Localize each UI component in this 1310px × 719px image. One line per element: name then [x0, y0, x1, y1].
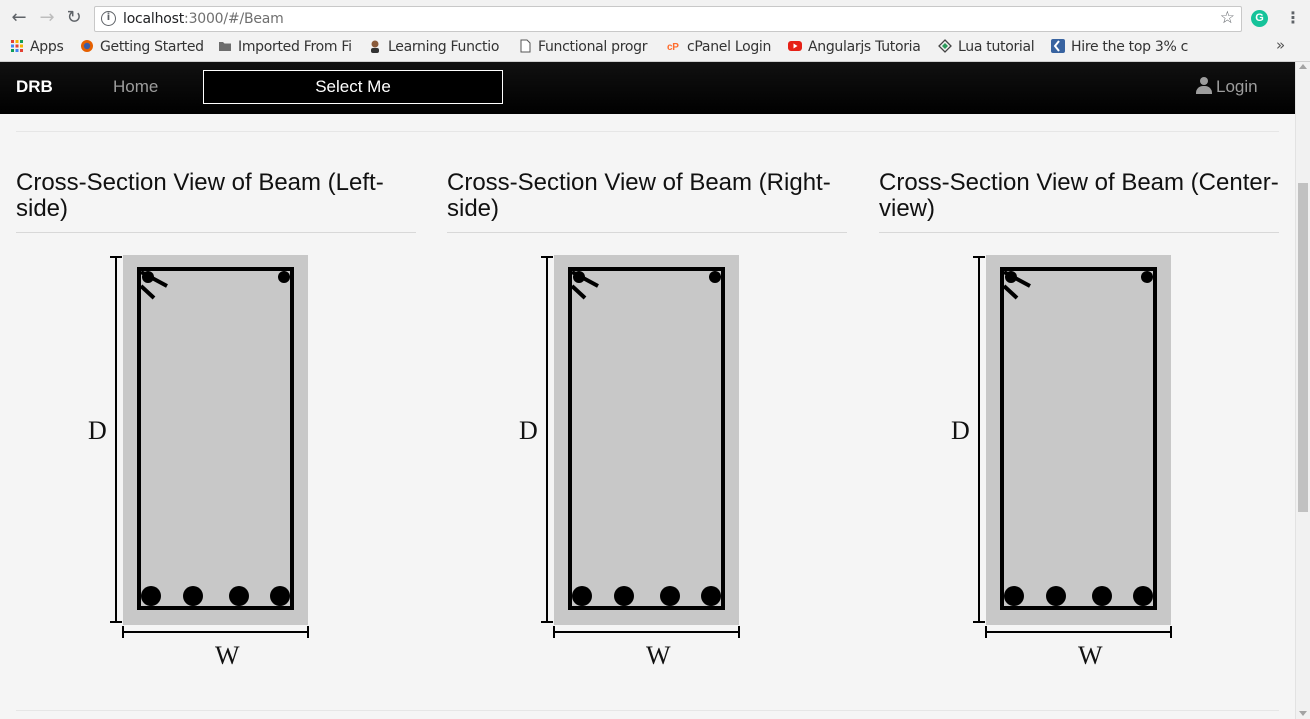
forward-arrow-icon[interactable]: →: [36, 7, 58, 29]
bookmark-angularjs[interactable]: Angularjs Tutoria: [788, 39, 928, 57]
bottom-rebar: [183, 586, 203, 606]
back-arrow-icon[interactable]: ←: [8, 7, 30, 29]
width-label: W: [646, 641, 671, 670]
bookmark-lua[interactable]: Lua tutorial: [938, 39, 1042, 57]
beam-cross-section-diagram: DW: [951, 255, 1172, 670]
app-navbar: DRB Home Select Me Login: [0, 62, 1295, 114]
user-icon: [1196, 77, 1212, 94]
scroll-thumb[interactable]: [1298, 183, 1308, 512]
panel-title: Cross-Section View of Beam (Left-side): [16, 170, 416, 233]
bottom-divider: [16, 710, 1279, 711]
bottom-rebar: [270, 586, 290, 606]
panel-title: Cross-Section View of Beam (Right-side): [447, 170, 847, 233]
diamond-icon: [938, 39, 952, 53]
panel-title: Cross-Section View of Beam (Center-view): [879, 170, 1279, 233]
grammarly-extension-icon[interactable]: G: [1251, 10, 1268, 27]
brand-logo[interactable]: DRB: [16, 77, 53, 97]
bottom-rebar: [701, 586, 721, 606]
avatar-icon: [371, 40, 379, 53]
reload-icon[interactable]: ↻: [63, 7, 85, 29]
bookmark-functional-programming[interactable]: Functional progr: [518, 39, 656, 57]
bookmark-toptal[interactable]: Hire the top 3% c: [1051, 39, 1189, 57]
apps-grid-icon: [11, 40, 23, 52]
concrete-section: [986, 255, 1171, 625]
bookmark-learning-functional[interactable]: Learning Functio: [368, 39, 506, 57]
depth-label: D: [88, 416, 107, 445]
concrete-section: [123, 255, 308, 625]
browser-toolbar: ← → ↻ i localhost:3000/#/Beam ☆ G ⋮: [0, 0, 1310, 36]
scroll-up-arrow-icon[interactable]: [1299, 64, 1307, 69]
bookmark-apps[interactable]: Apps: [10, 39, 70, 57]
browser-menu-icon[interactable]: ⋮: [1285, 8, 1301, 27]
depth-label: D: [951, 416, 970, 445]
page-icon: [520, 39, 531, 53]
beam-cross-section-diagram: DW: [88, 255, 309, 670]
top-rebar: [573, 271, 585, 283]
top-divider: [16, 131, 1279, 132]
top-rebar: [142, 271, 154, 283]
bottom-rebar: [660, 586, 680, 606]
beam-panel-left: Cross-Section View of Beam (Left-side) D…: [16, 170, 416, 690]
login-label: Login: [1216, 77, 1258, 96]
beam-panel-right: Cross-Section View of Beam (Right-side) …: [447, 170, 847, 690]
bookmarks-bar: Apps Getting Started Imported From Fi Le…: [0, 36, 1310, 60]
bookmark-imported[interactable]: Imported From Fi: [218, 39, 354, 57]
cpanel-icon: cP: [667, 42, 680, 53]
bottom-rebar: [572, 586, 592, 606]
scroll-down-arrow-icon[interactable]: [1299, 711, 1307, 716]
top-rebar: [709, 271, 721, 283]
svg-text:cP: cP: [667, 42, 679, 53]
select-me-button[interactable]: Select Me: [203, 70, 503, 104]
bookmark-cpanel[interactable]: cP cPanel Login: [667, 39, 779, 57]
beam-cross-section-diagram: DW: [519, 255, 740, 670]
folder-icon: [219, 42, 231, 51]
top-rebar: [278, 271, 290, 283]
width-label: W: [1078, 641, 1103, 670]
bookmark-getting-started[interactable]: Getting Started: [80, 39, 210, 57]
depth-label: D: [519, 416, 538, 445]
top-rebar: [1005, 271, 1017, 283]
beam-panel-center: Cross-Section View of Beam (Center-view)…: [879, 170, 1279, 690]
bottom-rebar: [1004, 586, 1024, 606]
bottom-rebar: [1092, 586, 1112, 606]
login-link[interactable]: Login: [1196, 77, 1258, 97]
bottom-rebar: [1046, 586, 1066, 606]
top-rebar: [1141, 271, 1153, 283]
page-scrollbar[interactable]: [1295, 62, 1310, 719]
address-bar[interactable]: i localhost:3000/#/Beam ☆: [94, 6, 1242, 32]
firefox-icon: [81, 40, 93, 52]
width-label: W: [215, 641, 240, 670]
address-url[interactable]: localhost:3000/#/Beam: [123, 11, 284, 27]
bottom-rebar: [141, 586, 161, 606]
bottom-rebar: [1133, 586, 1153, 606]
nav-home-link[interactable]: Home: [113, 77, 158, 97]
browser-chrome: ← → ↻ i localhost:3000/#/Beam ☆ G ⋮ Apps…: [0, 0, 1310, 62]
bottom-rebar: [229, 586, 249, 606]
bookmark-star-icon[interactable]: ☆: [1220, 8, 1235, 28]
bookmarks-overflow-icon[interactable]: »: [1276, 36, 1285, 54]
youtube-icon: [788, 41, 802, 51]
toptal-icon: [1051, 39, 1065, 53]
site-info-icon[interactable]: i: [101, 11, 116, 26]
bottom-rebar: [614, 586, 634, 606]
concrete-section: [554, 255, 739, 625]
